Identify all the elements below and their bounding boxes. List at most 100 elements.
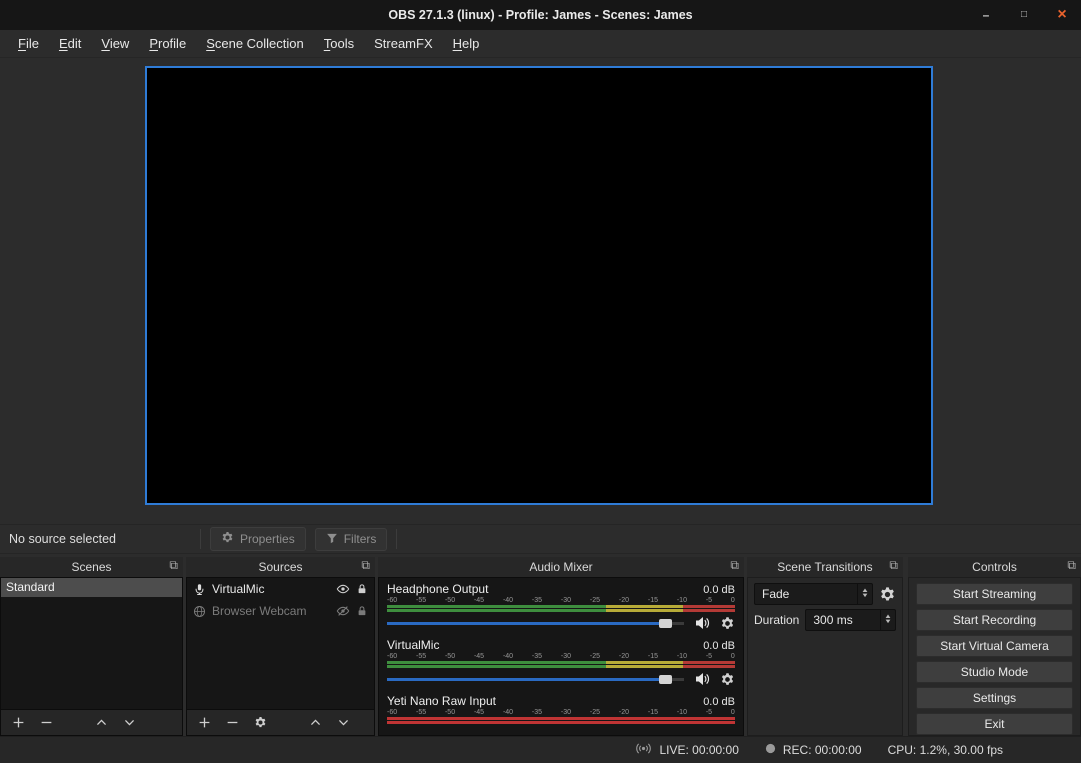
slider-handle[interactable]	[659, 675, 672, 684]
menu-edit[interactable]: Edit	[49, 32, 91, 55]
cpu-fps-text: CPU: 1.2%, 30.00 fps	[888, 743, 1003, 757]
audio-mixer-dock: Audio Mixer ⧉ Headphone Output 0.0 dB -6…	[378, 557, 744, 736]
level-meter	[387, 661, 735, 668]
channel-gear-icon[interactable]	[720, 672, 735, 687]
source-properties-gear-icon[interactable]	[254, 716, 267, 729]
channel-name: Headphone Output	[387, 582, 488, 596]
rec-status: REC: 00:00:00	[765, 743, 862, 757]
scene-transitions-dock: Scene Transitions ⧉ Fade ▲ ▼	[747, 557, 903, 736]
popout-icon[interactable]: ⧉	[361, 558, 370, 573]
transition-select[interactable]: Fade ▲ ▼	[754, 583, 873, 605]
scenes-header: Scenes ⧉	[0, 557, 183, 577]
gear-icon	[221, 531, 234, 547]
spin-down-icon[interactable]: ▼	[884, 620, 892, 625]
channel-db-value: 0.0 dB	[703, 696, 735, 708]
exit-button[interactable]: Exit	[916, 713, 1073, 735]
remove-source-button[interactable]	[226, 716, 239, 729]
level-meter	[387, 605, 735, 612]
menu-profile[interactable]: Profile	[139, 32, 196, 55]
scenes-title: Scenes	[71, 560, 111, 574]
source-up-button[interactable]	[309, 716, 322, 729]
eye-icon[interactable]	[336, 582, 350, 596]
transition-selected-value: Fade	[755, 584, 857, 604]
transitions-header: Scene Transitions ⧉	[747, 557, 903, 577]
audio-mixer-body: Headphone Output 0.0 dB -60-55-50-45-40-…	[378, 577, 744, 736]
meter-scale: -60-55-50-45-40-35-30-25-20-15-10-50	[387, 709, 735, 716]
start-streaming-button[interactable]: Start Streaming	[916, 583, 1073, 605]
mixer-channel-virtualmic: VirtualMic 0.0 dB -60-55-50-45-40-35-30-…	[387, 638, 735, 687]
meter-scale: -60-55-50-45-40-35-30-25-20-15-10-50	[387, 597, 735, 604]
channel-db-value: 0.0 dB	[703, 584, 735, 596]
start-recording-button[interactable]: Start Recording	[916, 609, 1073, 631]
menu-tools[interactable]: Tools	[314, 32, 364, 55]
settings-button[interactable]: Settings	[916, 687, 1073, 709]
no-source-label: No source selected	[0, 532, 200, 546]
studio-mode-button[interactable]: Studio Mode	[916, 661, 1073, 683]
source-label: VirtualMic	[212, 582, 330, 596]
mixer-channel-yeti-nano: Yeti Nano Raw Input 0.0 dB -60-55-50-45-…	[387, 694, 735, 724]
microphone-icon	[193, 583, 206, 596]
menu-streamfx[interactable]: StreamFX	[364, 32, 443, 55]
preview-canvas[interactable]	[145, 66, 933, 505]
sources-toolbar	[186, 710, 375, 736]
popout-icon[interactable]: ⧉	[730, 558, 739, 573]
cpu-fps-status: CPU: 1.2%, 30.00 fps	[888, 743, 1003, 757]
transition-gear-icon[interactable]	[879, 586, 896, 603]
add-source-button[interactable]	[198, 716, 211, 729]
duration-spinbox[interactable]: 300 ms ▲ ▼	[805, 609, 896, 631]
menu-file[interactable]: File	[8, 32, 49, 55]
controls-header: Controls ⧉	[908, 557, 1081, 577]
menu-view[interactable]: View	[91, 32, 139, 55]
maximize-button[interactable]: □	[1017, 10, 1031, 20]
transitions-title: Scene Transitions	[777, 560, 872, 574]
source-toolbar: No source selected Properties Filters	[0, 524, 1081, 554]
filter-icon	[326, 532, 338, 547]
window-buttons: – □ ×	[979, 0, 1069, 30]
scene-row-standard[interactable]: Standard	[1, 578, 182, 597]
source-row-browser-webcam[interactable]: Browser Webcam	[187, 600, 374, 622]
menu-scene-collection[interactable]: Scene Collection	[196, 32, 314, 55]
popout-icon[interactable]: ⧉	[889, 558, 898, 573]
channel-name: Yeti Nano Raw Input	[387, 694, 496, 708]
menu-help[interactable]: Help	[443, 32, 490, 55]
window-title: OBS 27.1.3 (linux) - Profile: James - Sc…	[388, 8, 692, 22]
menu-bar: File Edit View Profile Scene Collection …	[0, 30, 1081, 58]
speaker-icon[interactable]	[694, 615, 710, 631]
rec-time: REC: 00:00:00	[783, 743, 862, 757]
eye-slash-icon[interactable]	[336, 604, 350, 618]
source-down-button[interactable]	[337, 716, 350, 729]
close-button[interactable]: ×	[1055, 7, 1069, 23]
controls-body: Start Streaming Start Recording Start Vi…	[908, 577, 1081, 736]
globe-icon	[193, 605, 206, 618]
slider-handle[interactable]	[659, 619, 672, 628]
start-virtual-camera-button[interactable]: Start Virtual Camera	[916, 635, 1073, 657]
popout-icon[interactable]: ⧉	[1067, 558, 1076, 573]
popout-icon[interactable]: ⧉	[169, 558, 178, 573]
add-scene-button[interactable]	[12, 716, 25, 729]
scene-down-button[interactable]	[123, 716, 136, 729]
filters-button[interactable]: Filters	[315, 528, 388, 551]
source-row-virtualmic[interactable]: VirtualMic	[187, 578, 374, 600]
remove-scene-button[interactable]	[40, 716, 53, 729]
speaker-icon[interactable]	[694, 671, 710, 687]
scenes-dock: Scenes ⧉ Standard	[0, 557, 183, 736]
spin-down-icon[interactable]: ▼	[861, 594, 869, 599]
toolbar-separator	[396, 529, 397, 549]
lock-icon[interactable]	[356, 583, 368, 595]
sources-dock: Sources ⧉ VirtualMic	[186, 557, 375, 736]
volume-slider[interactable]	[387, 672, 684, 686]
lock-icon[interactable]	[356, 605, 368, 617]
scene-up-button[interactable]	[95, 716, 108, 729]
audio-mixer-header: Audio Mixer ⧉	[378, 557, 744, 577]
volume-slider[interactable]	[387, 616, 684, 630]
properties-button[interactable]: Properties	[210, 527, 306, 551]
combo-spinner[interactable]: ▲ ▼	[857, 584, 872, 604]
channel-name: VirtualMic	[387, 638, 439, 652]
duration-value[interactable]: 300 ms	[806, 610, 880, 630]
live-time: LIVE: 00:00:00	[659, 743, 738, 757]
minimize-button[interactable]: –	[979, 9, 993, 21]
duration-spinner[interactable]: ▲ ▼	[880, 610, 895, 630]
properties-label: Properties	[240, 532, 295, 546]
toolbar-separator	[200, 529, 201, 549]
channel-gear-icon[interactable]	[720, 616, 735, 631]
